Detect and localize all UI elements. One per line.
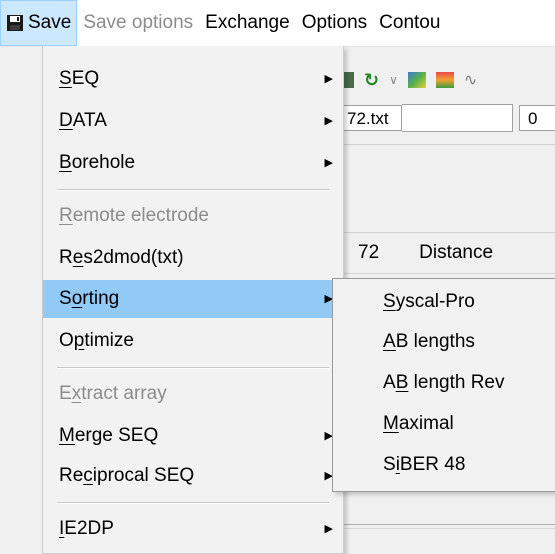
menu-bar: Save Save options Exchange Options Conto… <box>0 0 555 47</box>
menu-item-label: Remote electrode <box>59 205 209 226</box>
menu-item-label: Reciprocal SEQ <box>59 465 195 486</box>
chevron-down-icon[interactable]: ∨ <box>389 73 398 87</box>
submenu-item-ab-lengths[interactable]: AB lengths <box>333 322 555 362</box>
menu-save[interactable]: Save <box>0 0 78 46</box>
menu-save-options[interactable]: Save options <box>77 0 199 46</box>
menu-item-label: Optimize <box>59 330 134 351</box>
file-row: 72.txt 0 <box>342 104 555 132</box>
menu-separator <box>57 189 329 191</box>
menu-item-remote-electrode[interactable]: Remote electrode <box>43 197 343 235</box>
sorting-submenu: Syscal-Pro AB lengths AB length Rev Maxi… <box>332 278 555 492</box>
submenu-item-maximal[interactable]: Maximal <box>333 404 555 444</box>
divider <box>340 528 555 529</box>
menu-item-borehole[interactable]: Borehole ▶ <box>43 144 343 182</box>
menu-item-reciprocal-seq[interactable]: Reciprocal SEQ ▶ <box>43 457 343 495</box>
triangle-right-icon: ▶ <box>324 523 333 535</box>
menu-item-label: Res2dmod(txt) <box>59 247 184 268</box>
menu-contour[interactable]: Contou <box>373 0 446 46</box>
menu-item-label: SEQ <box>59 68 100 89</box>
menu-item-label: IE2DP <box>59 518 114 539</box>
chart-icon[interactable] <box>435 72 454 88</box>
header-distance: Distance <box>419 242 494 263</box>
file-name-field[interactable]: 72.txt <box>342 105 402 131</box>
menu-item-res2dmod[interactable]: Res2dmod(txt) <box>43 239 343 277</box>
header-number: 72 <box>358 242 380 263</box>
triangle-right-icon: ▶ <box>324 157 333 169</box>
map-icon[interactable] <box>407 72 426 88</box>
menu-save-label: Save <box>28 12 72 33</box>
menu-separator <box>57 367 329 369</box>
menu-item-label: Borehole <box>59 152 136 173</box>
menu-item-data[interactable]: DATA ▶ <box>43 102 343 140</box>
floppy-disk-icon <box>6 14 24 32</box>
menu-item-optimize[interactable]: Optimize <box>43 322 343 360</box>
data-header: 72 Distance <box>340 232 555 274</box>
menu-item-label: DATA <box>59 110 107 131</box>
menu-separator <box>57 502 329 504</box>
menu-item-sorting[interactable]: Sorting ▶ <box>43 280 343 318</box>
empty-field[interactable] <box>402 104 513 132</box>
menu-item-label: Sorting <box>59 288 120 309</box>
divider <box>340 144 555 145</box>
triangle-right-icon: ▶ <box>324 115 333 127</box>
save-menu: SEQ ▶ DATA ▶ Borehole ▶ Remote electrode… <box>42 46 344 554</box>
menu-item-merge-seq[interactable]: Merge SEQ ▶ <box>43 417 343 455</box>
background-toolbar: ↻ ∨ ∿ <box>330 66 555 94</box>
submenu-item-siber-48[interactable]: SiBER 48 <box>333 445 555 485</box>
menu-options[interactable]: Options <box>296 0 373 46</box>
submenu-item-syscal-pro[interactable]: Syscal-Pro <box>333 282 555 322</box>
menu-item-seq[interactable]: SEQ ▶ <box>43 60 343 98</box>
menu-item-ie2dp[interactable]: IE2DP ▶ <box>43 510 343 548</box>
menu-item-label: Extract array <box>59 383 167 404</box>
submenu-item-ab-length-rev[interactable]: AB length Rev <box>333 363 555 403</box>
wave-icon[interactable]: ∿ <box>464 70 477 90</box>
refresh-icon[interactable]: ↻ <box>364 70 379 91</box>
menu-item-label: Merge SEQ <box>59 425 159 446</box>
triangle-right-icon: ▶ <box>324 73 333 85</box>
menu-exchange[interactable]: Exchange <box>199 0 296 46</box>
zero-field[interactable]: 0 <box>519 105 555 131</box>
divider <box>340 524 555 525</box>
menu-item-extract-array[interactable]: Extract array <box>43 375 343 413</box>
